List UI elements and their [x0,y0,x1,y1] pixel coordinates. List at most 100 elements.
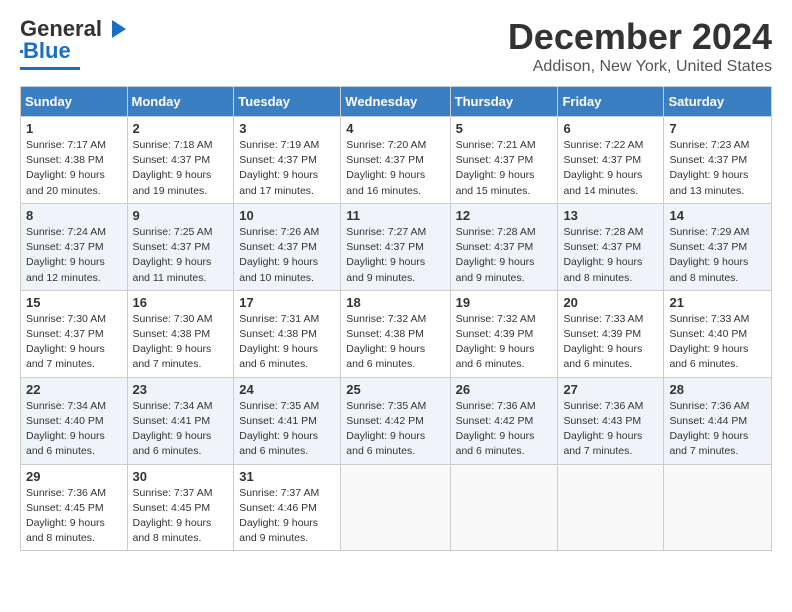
day-number: 30 [133,469,229,484]
day-info: Sunrise: 7:36 AM Sunset: 4:42 PM Dayligh… [456,399,553,460]
day-number: 27 [563,382,658,397]
calendar-cell [664,464,772,551]
day-info: Sunrise: 7:19 AM Sunset: 4:37 PM Dayligh… [239,138,335,199]
day-number: 25 [346,382,444,397]
month-title: December 2024 [508,16,772,58]
location-subtitle: Addison, New York, United States [508,58,772,76]
day-info: Sunrise: 7:30 AM Sunset: 4:37 PM Dayligh… [26,312,122,373]
day-info: Sunrise: 7:33 AM Sunset: 4:39 PM Dayligh… [563,312,658,373]
calendar-cell: 31 Sunrise: 7:37 AM Sunset: 4:46 PM Dayl… [234,464,341,551]
day-number: 29 [26,469,122,484]
day-number: 24 [239,382,335,397]
day-header-saturday: Saturday [664,87,772,117]
calendar-cell: 14 Sunrise: 7:29 AM Sunset: 4:37 PM Dayl… [664,203,772,290]
calendar-cell: 20 Sunrise: 7:33 AM Sunset: 4:39 PM Dayl… [558,290,664,377]
day-number: 23 [133,382,229,397]
day-info: Sunrise: 7:25 AM Sunset: 4:37 PM Dayligh… [133,225,229,286]
calendar-cell: 15 Sunrise: 7:30 AM Sunset: 4:37 PM Dayl… [21,290,128,377]
calendar-cell: 17 Sunrise: 7:31 AM Sunset: 4:38 PM Dayl… [234,290,341,377]
day-number: 7 [669,121,766,136]
day-number: 15 [26,295,122,310]
day-header-sunday: Sunday [21,87,128,117]
day-number: 19 [456,295,553,310]
day-number: 5 [456,121,553,136]
calendar-cell: 10 Sunrise: 7:26 AM Sunset: 4:37 PM Dayl… [234,203,341,290]
calendar-cell: 9 Sunrise: 7:25 AM Sunset: 4:37 PM Dayli… [127,203,234,290]
calendar-week-1: 1 Sunrise: 7:17 AM Sunset: 4:38 PM Dayli… [21,117,772,204]
day-info: Sunrise: 7:27 AM Sunset: 4:37 PM Dayligh… [346,225,444,286]
calendar-cell: 1 Sunrise: 7:17 AM Sunset: 4:38 PM Dayli… [21,117,128,204]
day-number: 22 [26,382,122,397]
calendar-cell: 29 Sunrise: 7:36 AM Sunset: 4:45 PM Dayl… [21,464,128,551]
calendar-cell: 23 Sunrise: 7:34 AM Sunset: 4:41 PM Dayl… [127,377,234,464]
day-number: 21 [669,295,766,310]
calendar-cell: 16 Sunrise: 7:30 AM Sunset: 4:38 PM Dayl… [127,290,234,377]
calendar-cell: 12 Sunrise: 7:28 AM Sunset: 4:37 PM Dayl… [450,203,558,290]
day-info: Sunrise: 7:23 AM Sunset: 4:37 PM Dayligh… [669,138,766,199]
day-header-thursday: Thursday [450,87,558,117]
day-info: Sunrise: 7:29 AM Sunset: 4:37 PM Dayligh… [669,225,766,286]
day-info: Sunrise: 7:34 AM Sunset: 4:40 PM Dayligh… [26,399,122,460]
day-header-tuesday: Tuesday [234,87,341,117]
day-info: Sunrise: 7:18 AM Sunset: 4:37 PM Dayligh… [133,138,229,199]
calendar-cell: 24 Sunrise: 7:35 AM Sunset: 4:41 PM Dayl… [234,377,341,464]
day-number: 11 [346,208,444,223]
calendar-week-4: 22 Sunrise: 7:34 AM Sunset: 4:40 PM Dayl… [21,377,772,464]
calendar-cell [450,464,558,551]
calendar-cell: 5 Sunrise: 7:21 AM Sunset: 4:37 PM Dayli… [450,117,558,204]
day-number: 6 [563,121,658,136]
day-info: Sunrise: 7:34 AM Sunset: 4:41 PM Dayligh… [133,399,229,460]
day-number: 4 [346,121,444,136]
day-number: 8 [26,208,122,223]
day-info: Sunrise: 7:36 AM Sunset: 4:43 PM Dayligh… [563,399,658,460]
calendar-header-row: SundayMondayTuesdayWednesdayThursdayFrid… [21,87,772,117]
logo-triangle-icon [106,18,128,40]
day-info: Sunrise: 7:32 AM Sunset: 4:38 PM Dayligh… [346,312,444,373]
calendar-cell: 2 Sunrise: 7:18 AM Sunset: 4:37 PM Dayli… [127,117,234,204]
day-number: 13 [563,208,658,223]
day-header-friday: Friday [558,87,664,117]
day-info: Sunrise: 7:24 AM Sunset: 4:37 PM Dayligh… [26,225,122,286]
day-number: 26 [456,382,553,397]
day-number: 17 [239,295,335,310]
day-info: Sunrise: 7:35 AM Sunset: 4:42 PM Dayligh… [346,399,444,460]
day-number: 14 [669,208,766,223]
day-number: 18 [346,295,444,310]
day-info: Sunrise: 7:32 AM Sunset: 4:39 PM Dayligh… [456,312,553,373]
day-number: 9 [133,208,229,223]
calendar-cell [341,464,450,551]
day-info: Sunrise: 7:37 AM Sunset: 4:45 PM Dayligh… [133,486,229,547]
day-info: Sunrise: 7:36 AM Sunset: 4:44 PM Dayligh… [669,399,766,460]
calendar-cell: 28 Sunrise: 7:36 AM Sunset: 4:44 PM Dayl… [664,377,772,464]
day-info: Sunrise: 7:17 AM Sunset: 4:38 PM Dayligh… [26,138,122,199]
calendar-week-5: 29 Sunrise: 7:36 AM Sunset: 4:45 PM Dayl… [21,464,772,551]
day-info: Sunrise: 7:35 AM Sunset: 4:41 PM Dayligh… [239,399,335,460]
calendar-cell: 4 Sunrise: 7:20 AM Sunset: 4:37 PM Dayli… [341,117,450,204]
calendar-table: SundayMondayTuesdayWednesdayThursdayFrid… [20,86,772,551]
calendar-week-2: 8 Sunrise: 7:24 AM Sunset: 4:37 PM Dayli… [21,203,772,290]
day-info: Sunrise: 7:28 AM Sunset: 4:37 PM Dayligh… [563,225,658,286]
logo-underline [20,67,80,70]
day-info: Sunrise: 7:36 AM Sunset: 4:45 PM Dayligh… [26,486,122,547]
calendar-cell: 18 Sunrise: 7:32 AM Sunset: 4:38 PM Dayl… [341,290,450,377]
calendar-cell: 27 Sunrise: 7:36 AM Sunset: 4:43 PM Dayl… [558,377,664,464]
calendar-cell: 6 Sunrise: 7:22 AM Sunset: 4:37 PM Dayli… [558,117,664,204]
day-number: 1 [26,121,122,136]
day-header-wednesday: Wednesday [341,87,450,117]
day-number: 10 [239,208,335,223]
day-number: 2 [133,121,229,136]
calendar-cell [558,464,664,551]
calendar-cell: 8 Sunrise: 7:24 AM Sunset: 4:37 PM Dayli… [21,203,128,290]
calendar-cell: 30 Sunrise: 7:37 AM Sunset: 4:45 PM Dayl… [127,464,234,551]
day-info: Sunrise: 7:21 AM Sunset: 4:37 PM Dayligh… [456,138,553,199]
calendar-cell: 25 Sunrise: 7:35 AM Sunset: 4:42 PM Dayl… [341,377,450,464]
calendar-cell: 11 Sunrise: 7:27 AM Sunset: 4:37 PM Dayl… [341,203,450,290]
day-number: 31 [239,469,335,484]
day-info: Sunrise: 7:30 AM Sunset: 4:38 PM Dayligh… [133,312,229,373]
day-info: Sunrise: 7:37 AM Sunset: 4:46 PM Dayligh… [239,486,335,547]
calendar-cell: 22 Sunrise: 7:34 AM Sunset: 4:40 PM Dayl… [21,377,128,464]
day-info: Sunrise: 7:31 AM Sunset: 4:38 PM Dayligh… [239,312,335,373]
calendar-week-3: 15 Sunrise: 7:30 AM Sunset: 4:37 PM Dayl… [21,290,772,377]
day-info: Sunrise: 7:20 AM Sunset: 4:37 PM Dayligh… [346,138,444,199]
day-number: 3 [239,121,335,136]
